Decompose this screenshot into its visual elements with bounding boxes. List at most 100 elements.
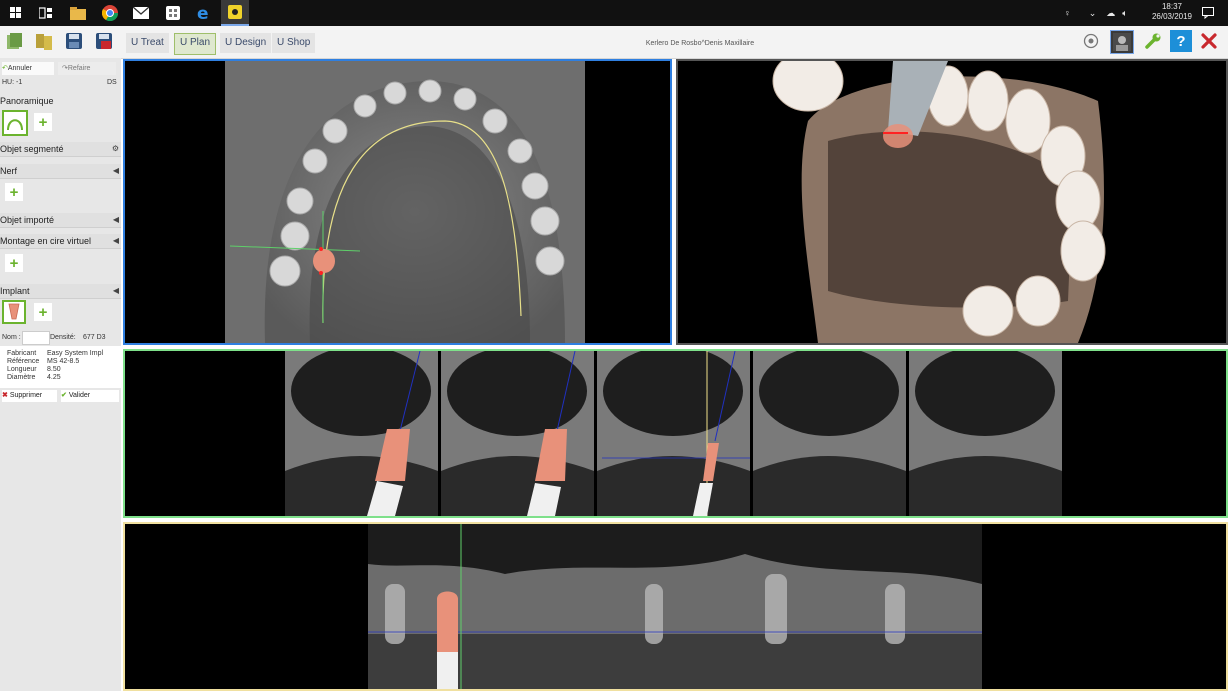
people-icon[interactable]: ♀	[1064, 8, 1071, 18]
nerf-label: Nerf	[0, 166, 18, 176]
new-case-icon[interactable]	[3, 30, 25, 52]
chevron-up-icon[interactable]: ⌄	[1089, 8, 1097, 19]
objet-importe-header[interactable]: Objet importé ◀	[0, 213, 121, 228]
collapse-arrow-icon[interactable]: ◀	[113, 213, 119, 227]
app-toolbar: U Treat U Plan U Design U Shop Kerlero D…	[0, 26, 1228, 59]
longueur-label: Longueur	[7, 366, 37, 373]
implant-info-box: Fabricant Référence Longueur Diamètre Ea…	[0, 346, 121, 388]
axial-view[interactable]	[123, 59, 672, 345]
fabricant-label: Fabricant	[7, 350, 37, 357]
taskbar-clock[interactable]: 18:37 26/03/2019	[1152, 2, 1192, 22]
implant-header[interactable]: Implant ◀	[0, 284, 121, 299]
densite-label: Densité:	[50, 334, 76, 341]
panoramic-view[interactable]	[123, 522, 1228, 691]
windows-logo-icon[interactable]	[6, 3, 26, 23]
tab-u-treat[interactable]: U Treat	[126, 33, 169, 53]
ds-readout: DS	[107, 79, 117, 86]
valider-button[interactable]: ✔ Valider	[61, 390, 119, 402]
plus-icon: +	[38, 113, 48, 131]
add-implant-button[interactable]: +	[34, 303, 52, 321]
help-icon[interactable]: ?	[1170, 30, 1192, 52]
bone-3d-render	[772, 61, 1106, 343]
open-folder-icon[interactable]	[33, 30, 55, 52]
objet-segmente-header[interactable]: Objet segmenté ⚙	[0, 142, 121, 157]
cross-sections-image	[285, 351, 1062, 516]
check-icon: ✔	[61, 392, 67, 399]
collapse-arrow-icon[interactable]: ◀	[113, 234, 119, 248]
undo-button[interactable]: ↶Annuler	[2, 62, 54, 75]
gear-small-icon[interactable]: ⚙	[112, 142, 119, 156]
diametre-value: 4.25	[47, 374, 61, 381]
montage-header[interactable]: Montage en cire virtuel ◀	[0, 234, 121, 249]
nom-label: Nom :	[2, 334, 21, 341]
tab-u-design[interactable]: U Design	[220, 33, 272, 53]
add-montage-button[interactable]: +	[5, 254, 23, 272]
file-explorer-icon[interactable]	[68, 3, 88, 23]
implant-item-button[interactable]	[2, 300, 26, 324]
tab-u-shop[interactable]: U Shop	[272, 33, 316, 53]
slice-2	[441, 351, 594, 516]
system-tray: ♀ ⌄ ☁ 🔈︎	[1064, 0, 1128, 26]
close-icon[interactable]	[1198, 30, 1220, 52]
delete-x-icon: ✖	[2, 392, 8, 399]
plus-icon: +	[9, 254, 19, 272]
hu-readout: HU: -1	[2, 79, 23, 86]
tab-u-plan[interactable]: U Plan	[174, 33, 217, 55]
left-panel: ↶Annuler ↷Refaire HU: -1 DS Panoramique …	[0, 58, 121, 691]
cross-sections-view[interactable]	[123, 349, 1228, 518]
chrome-icon[interactable]	[100, 3, 120, 23]
collapse-arrow-icon[interactable]: ◀	[113, 284, 119, 298]
slice-5	[909, 351, 1062, 516]
redo-button[interactable]: ↷Refaire	[58, 62, 116, 75]
store-icon[interactable]	[163, 3, 183, 23]
patient-avatar[interactable]	[1110, 30, 1134, 54]
montage-label: Montage en cire virtuel	[0, 236, 92, 246]
panoramique-section-title: Panoramique	[0, 96, 54, 106]
diametre-label: Diamètre	[7, 374, 36, 381]
supprimer-button[interactable]: ✖ Supprimer	[2, 390, 57, 402]
fabricant-value: Easy System Impl	[47, 350, 104, 357]
collapse-arrow-icon[interactable]: ◀	[113, 164, 119, 178]
slice-1	[285, 351, 438, 516]
settings-wrench-icon[interactable]	[1142, 30, 1164, 52]
slice-3	[597, 351, 750, 516]
mail-icon[interactable]	[131, 3, 151, 23]
arch-curve-icon	[7, 119, 23, 131]
volume-3d-view[interactable]	[676, 59, 1228, 345]
save-as-icon[interactable]	[93, 30, 115, 52]
patient-title: Kerlero De Rosbo^Denis Maxillaire	[645, 40, 755, 47]
plus-icon: +	[38, 303, 48, 321]
redo-label: Refaire	[67, 65, 91, 72]
clock-time: 18:37	[1161, 2, 1182, 11]
save-icon[interactable]	[63, 30, 85, 52]
add-nerf-button[interactable]: +	[5, 183, 23, 201]
onedrive-icon[interactable]: ☁	[1106, 8, 1115, 19]
notifications-icon[interactable]	[1198, 3, 1218, 23]
supprimer-label: Supprimer	[9, 392, 43, 399]
reference-label: Référence	[7, 358, 40, 365]
undo-label: Annuler	[7, 65, 33, 72]
app-icon[interactable]	[221, 0, 249, 26]
clock-date: 26/03/2019	[1151, 12, 1192, 21]
task-view-icon[interactable]	[36, 3, 56, 23]
densite-value: 677 D3	[83, 334, 106, 341]
objet-segmente-label: Objet segmenté	[0, 144, 64, 154]
volume-icon[interactable]: 🔈︎	[1122, 8, 1127, 19]
reference-value: MS 42-8.5	[47, 358, 80, 365]
slice-4	[753, 351, 906, 516]
implant-icon	[8, 303, 20, 320]
objet-importe-label: Objet importé	[0, 215, 55, 225]
add-panoramic-button[interactable]: +	[34, 113, 52, 131]
windows-taskbar: e ♀ ⌄ ☁ 🔈︎ 18:37 26/03/2019	[0, 0, 1228, 26]
panoramic-curve-button[interactable]	[2, 110, 28, 136]
nerf-header[interactable]: Nerf ◀	[0, 164, 121, 179]
implant-field-labels: Fabricant Référence Longueur Diamètre	[7, 350, 39, 382]
plus-icon: +	[9, 183, 19, 201]
implant-field-values: Easy System Impl MS 42-8.5 8.50 4.25	[47, 350, 103, 382]
nom-input[interactable]	[22, 331, 50, 345]
view-3d-icon[interactable]	[1080, 30, 1102, 52]
edge-icon[interactable]: e	[194, 3, 214, 23]
longueur-value: 8.50	[47, 366, 61, 373]
svg-text:e: e	[197, 4, 209, 22]
panoramic-image	[368, 524, 982, 689]
